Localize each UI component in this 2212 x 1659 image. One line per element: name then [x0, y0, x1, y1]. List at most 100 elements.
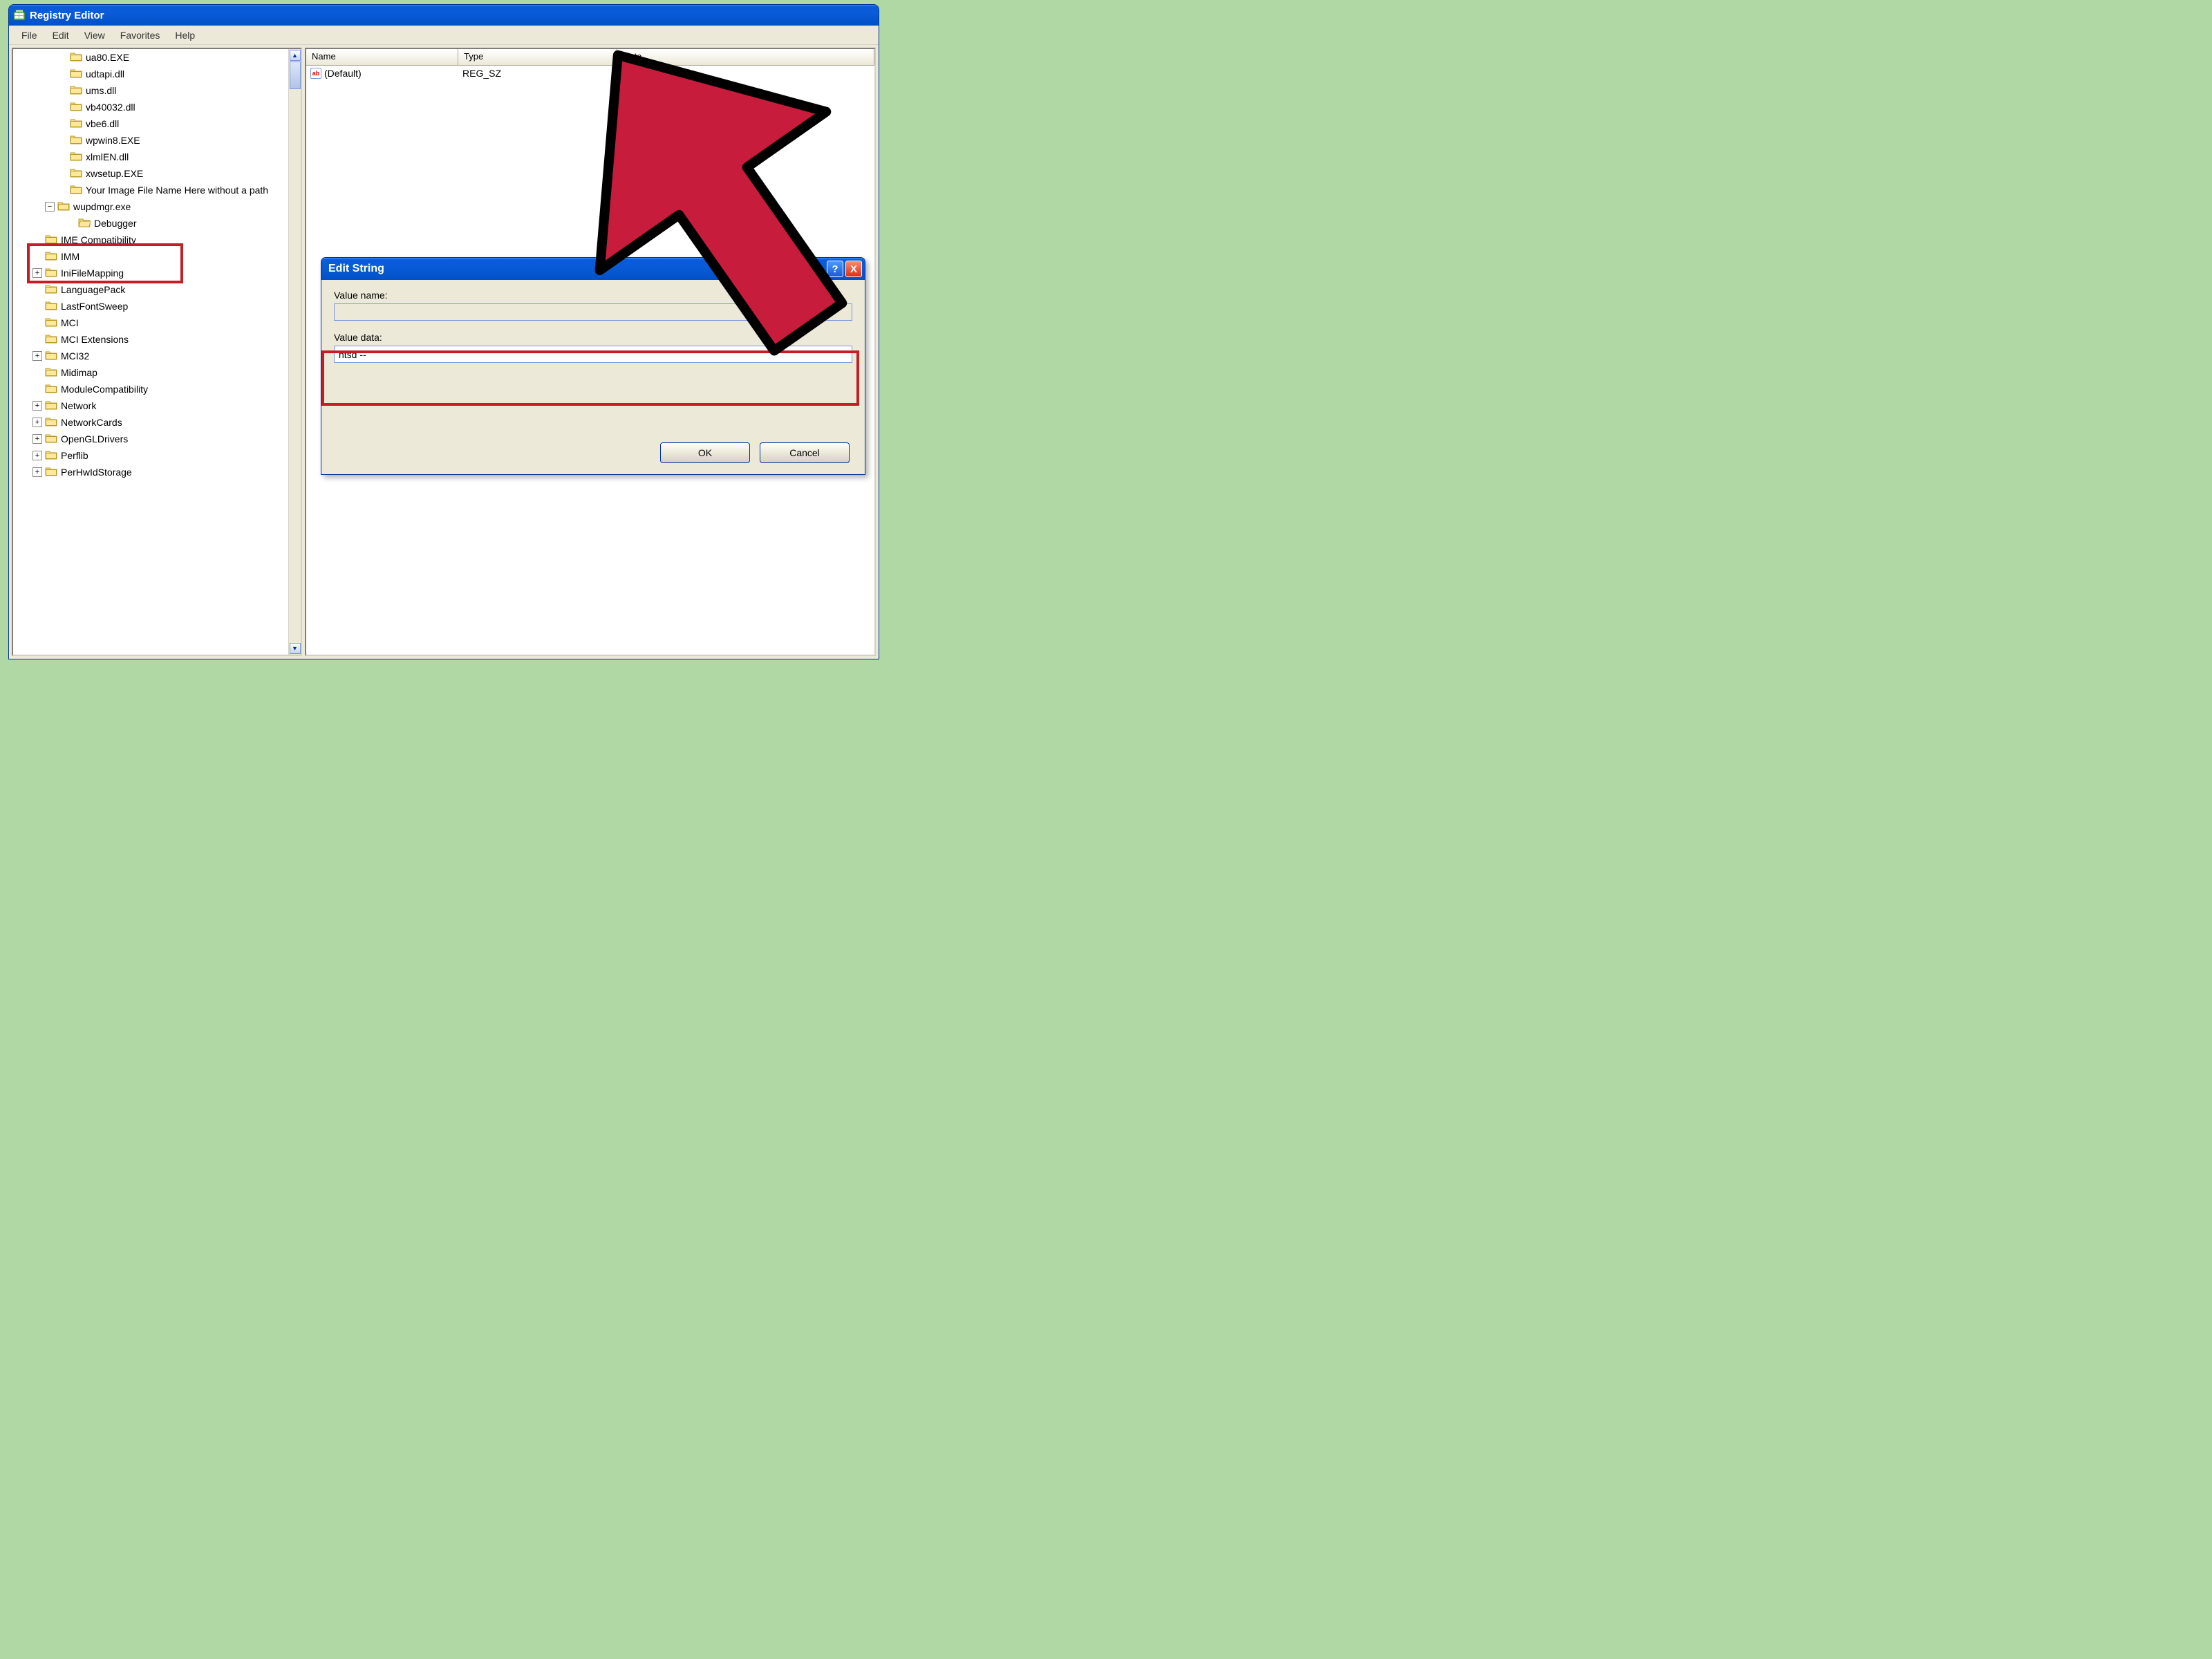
expand-icon[interactable]: + — [32, 434, 42, 444]
expand-icon[interactable]: + — [32, 451, 42, 460]
tree-item[interactable]: xlmlEN.dll — [13, 149, 301, 165]
expand-icon[interactable]: + — [32, 401, 42, 411]
row-name: (Default) — [324, 68, 362, 79]
dialog-titlebar: Edit String ? X — [321, 258, 865, 280]
folder-icon — [45, 250, 61, 263]
row-type: REG_SZ — [458, 68, 617, 79]
scroll-down-button[interactable]: ▼ — [290, 643, 301, 654]
folder-icon — [70, 68, 86, 80]
column-headers: Name Type Data — [306, 49, 874, 66]
tree-body: ua80.EXE udtapi.dll ums.dll vb40032.dll vbe6… — [13, 49, 301, 655]
tree-item-label: LanguagePack — [61, 284, 125, 295]
tree-item-label: OpenGLDrivers — [61, 433, 128, 444]
folder-icon — [70, 51, 86, 64]
menu-edit[interactable]: Edit — [46, 27, 76, 44]
row-data: (value not set) — [617, 68, 874, 79]
scroll-track[interactable] — [290, 62, 301, 642]
expand-icon[interactable]: + — [32, 467, 42, 477]
tree-item[interactable]: +IniFileMapping — [13, 265, 301, 281]
expand-icon[interactable]: + — [32, 351, 42, 361]
menu-view[interactable]: View — [77, 27, 112, 44]
folder-icon — [45, 267, 61, 279]
collapse-icon[interactable]: − — [45, 202, 55, 212]
tree-item[interactable]: + Network — [13, 397, 301, 414]
tree-item[interactable]: +MCI32 — [13, 348, 301, 364]
value-data-input[interactable] — [334, 346, 852, 363]
folder-icon — [70, 101, 86, 113]
tree-item[interactable]: + OpenGLDrivers — [13, 431, 301, 447]
tree-item-label: IME Compatibility — [61, 234, 136, 245]
tree-item-label: IMM — [61, 251, 79, 262]
tree-item[interactable]: ModuleCompatibility — [13, 381, 301, 397]
tree-item[interactable]: ums.dll — [13, 82, 301, 99]
tree-item-label: MCI Extensions — [61, 334, 129, 345]
dialog-close-button[interactable]: X — [845, 261, 862, 277]
scroll-up-button[interactable]: ▲ — [290, 50, 301, 61]
folder-icon — [45, 449, 61, 462]
folder-icon — [45, 466, 61, 478]
tree-item[interactable]: ua80.EXE — [13, 49, 301, 66]
tree-item[interactable]: vbe6.dll — [13, 115, 301, 132]
menu-help[interactable]: Help — [168, 27, 202, 44]
tree-item[interactable]: xwsetup.EXE — [13, 165, 301, 182]
tree-item[interactable]: udtapi.dll — [13, 66, 301, 82]
col-data[interactable]: Data — [617, 49, 874, 65]
dialog-title: Edit String — [328, 263, 384, 275]
folder-icon — [70, 84, 86, 97]
folder-icon — [78, 217, 94, 229]
menu-favorites[interactable]: Favorites — [113, 27, 167, 44]
tree-item[interactable]: vb40032.dll — [13, 99, 301, 115]
value-data-label: Value data: — [334, 332, 852, 343]
folder-icon — [45, 300, 61, 312]
tree-item-label: Your Image File Name Here without a path — [86, 185, 268, 196]
folder-icon — [45, 383, 61, 395]
list-row[interactable]: ab (Default) REG_SZ (value not set) — [306, 66, 874, 81]
dialog-help-button[interactable]: ? — [827, 261, 843, 277]
folder-icon — [45, 400, 61, 412]
value-name-input[interactable] — [334, 303, 852, 321]
ok-button[interactable]: OK — [660, 442, 750, 463]
tree-item-label: vb40032.dll — [86, 102, 135, 113]
tree-item[interactable]: Midimap — [13, 364, 301, 381]
cancel-button[interactable]: Cancel — [760, 442, 850, 463]
col-name[interactable]: Name — [306, 49, 458, 65]
tree-item[interactable]: MCI Extensions — [13, 331, 301, 348]
tree-item[interactable]: MCI — [13, 315, 301, 331]
string-value-icon: ab — [310, 68, 321, 79]
tree-item-label: Network — [61, 400, 96, 411]
tree-item[interactable]: wpwin8.EXE — [13, 132, 301, 149]
tree-item[interactable]: +Perflib — [13, 447, 301, 464]
tree-item-label: vbe6.dll — [86, 118, 119, 129]
tree-item[interactable]: IMM — [13, 248, 301, 265]
expand-icon[interactable]: + — [32, 268, 42, 278]
tree-item[interactable]: LastFontSweep — [13, 298, 301, 315]
folder-icon — [45, 234, 61, 246]
tree-item-label: udtapi.dll — [86, 68, 124, 79]
tree-item[interactable]: IME Compatibility — [13, 232, 301, 248]
scroll-thumb[interactable] — [290, 62, 301, 89]
menu-file[interactable]: File — [15, 27, 44, 44]
tree-item[interactable]: Debugger — [13, 215, 301, 232]
folder-icon — [70, 118, 86, 130]
tree-item[interactable]: + PerHwIdStorage — [13, 464, 301, 480]
tree-item-label: PerHwIdStorage — [61, 467, 132, 478]
tree-scrollbar[interactable]: ▲ ▼ — [288, 49, 301, 655]
folder-icon — [70, 167, 86, 180]
folder-icon — [45, 416, 61, 429]
col-type[interactable]: Type — [458, 49, 617, 65]
tree-item-label: wpwin8.EXE — [86, 135, 140, 146]
value-name-label: Value name: — [334, 290, 852, 301]
folder-icon — [70, 134, 86, 147]
tree-item[interactable]: +NetworkCards — [13, 414, 301, 431]
tree-item-label: xlmlEN.dll — [86, 151, 129, 162]
folder-icon — [70, 151, 86, 163]
folder-icon — [45, 333, 61, 346]
dialog-body: Value name: Value data: OK Cancel — [321, 280, 865, 474]
tree-item[interactable]: Your Image File Name Here without a path — [13, 182, 301, 198]
folder-icon — [45, 366, 61, 379]
edit-string-dialog: Edit String ? X Value name: Value data: … — [321, 257, 865, 475]
regedit-icon — [13, 9, 26, 21]
tree-item[interactable]: −wupdmgr.exe — [13, 198, 301, 215]
expand-icon[interactable]: + — [32, 418, 42, 427]
tree-item[interactable]: LanguagePack — [13, 281, 301, 298]
